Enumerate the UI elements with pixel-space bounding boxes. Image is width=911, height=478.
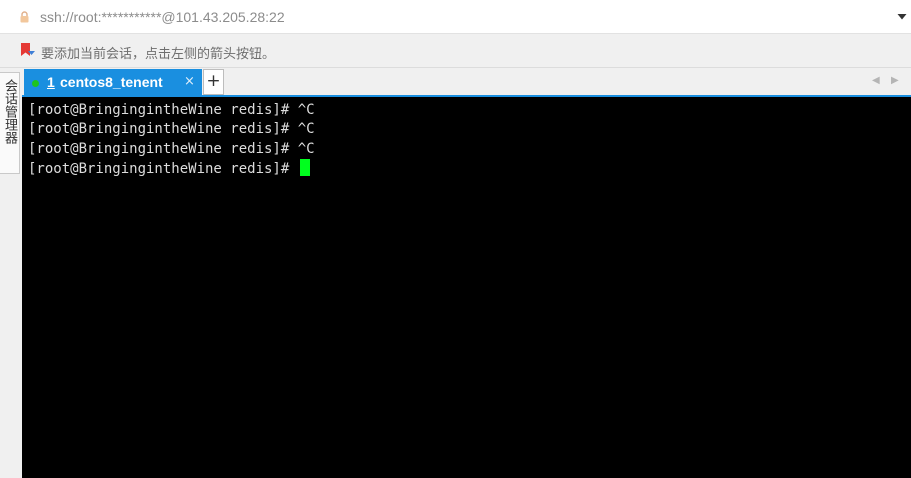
session-manager-label: 会话管理器	[2, 79, 17, 144]
lock-icon	[20, 11, 29, 23]
tab-centos8-tenent[interactable]: 1 centos8_tenent ×	[24, 69, 202, 97]
bookmark-flag-icon[interactable]	[19, 42, 37, 60]
session-hint-bar: 要添加当前会话，点击左侧的箭头按钮。	[0, 34, 911, 68]
dropdown-arrow-icon[interactable]	[897, 13, 907, 21]
terminal-cursor	[299, 158, 310, 176]
tab-bar: 1 centos8_tenent × + ◀ ▶	[22, 68, 911, 97]
terminal-prompt-text: [root@BringingintheWine redis]#	[28, 160, 298, 177]
add-tab-button[interactable]: +	[203, 69, 224, 95]
tab-scroll-left-icon[interactable]: ◀	[872, 75, 880, 86]
hint-text: 要添加当前会话，点击左侧的箭头按钮。	[41, 47, 276, 62]
terminal-line: [root@BringingintheWine redis]# ^C	[28, 140, 315, 157]
terminal-line: [root@BringingintheWine redis]# ^C	[28, 121, 315, 138]
terminal-area[interactable]: [root@BringingintheWine redis]# ^C [root…	[22, 97, 911, 478]
tab-close-icon[interactable]: ×	[184, 74, 195, 89]
tab-title: centos8_tenent	[60, 74, 163, 90]
session-manager-tab[interactable]: 会话管理器	[0, 72, 20, 174]
session-address-text[interactable]: ssh://root:***********@101.43.205.28:22	[40, 9, 285, 25]
connection-status-dot-icon	[32, 80, 39, 87]
terminal-line: [root@BringingintheWine redis]# ^C	[28, 102, 315, 118]
tab-number: 1	[47, 74, 55, 90]
tab-scroll-right-icon[interactable]: ▶	[891, 75, 899, 86]
side-panel: 会话管理器	[0, 68, 22, 478]
address-bar[interactable]: ssh://root:***********@101.43.205.28:22	[0, 0, 911, 34]
terminal-prompt-line: [root@BringingintheWine redis]#	[28, 158, 911, 178]
terminal-app-window: ssh://root:***********@101.43.205.28:22 …	[0, 0, 911, 478]
